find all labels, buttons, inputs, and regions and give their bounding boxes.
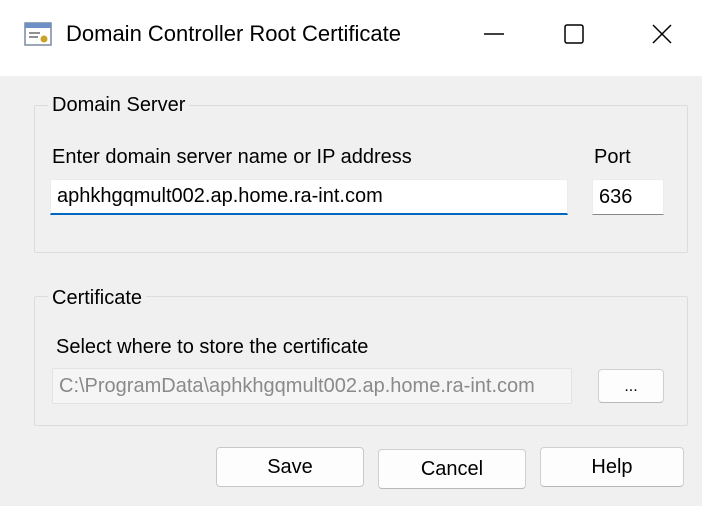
save-button[interactable]: Save	[216, 447, 364, 487]
certificate-path-label: Select where to store the certificate	[56, 336, 369, 358]
window-title: Domain Controller Root Certificate	[66, 21, 402, 46]
domain-server-group-label: Domain Server	[48, 93, 190, 117]
close-button[interactable]	[632, 12, 692, 56]
title-bar[interactable]: Domain Controller Root Certificate	[0, 0, 702, 76]
port-input[interactable]	[592, 179, 664, 215]
maximize-button[interactable]	[544, 12, 604, 56]
port-label: Port	[594, 146, 631, 168]
help-button[interactable]: Help	[540, 447, 684, 487]
server-name-input[interactable]	[50, 179, 568, 215]
browse-button[interactable]: ...	[598, 369, 664, 403]
certificate-group	[34, 296, 688, 426]
certificate-path-input	[52, 368, 572, 404]
window-app-icon	[24, 22, 52, 46]
certificate-group-label: Certificate	[48, 286, 147, 310]
cancel-button[interactable]: Cancel	[378, 449, 526, 489]
server-name-label: Enter domain server name or IP address	[52, 146, 412, 168]
minimize-button[interactable]	[464, 12, 524, 56]
